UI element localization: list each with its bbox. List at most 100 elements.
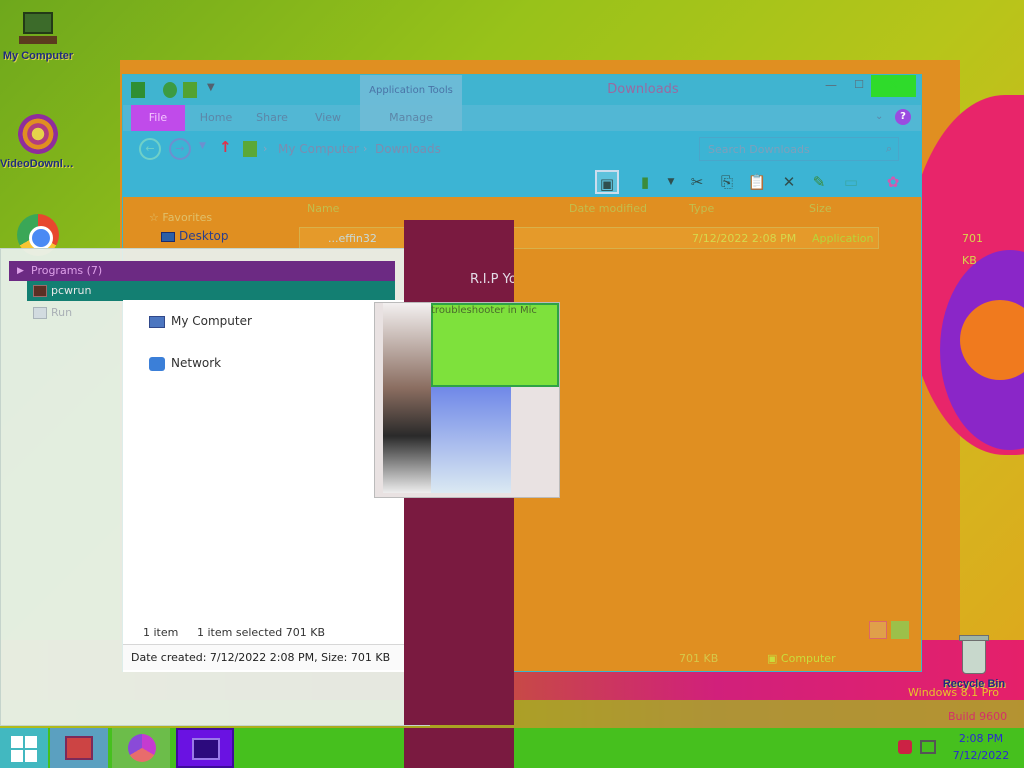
video-title: R.I.P Yo <box>470 272 514 287</box>
forward-arrow-icon[interactable]: → <box>169 138 191 160</box>
thumbnail-caption: troubleshooter in Mic <box>431 305 537 316</box>
run-icon <box>33 307 47 319</box>
new-folder-icon[interactable] <box>183 82 197 98</box>
chrome-icon <box>128 734 156 762</box>
taskbar-chrome[interactable] <box>112 728 170 768</box>
breadcrumb-separator-icon: › <box>363 142 368 155</box>
back-arrow-icon[interactable]: ← <box>139 138 161 160</box>
nav-network-label: Network <box>171 356 222 370</box>
minimize-button[interactable]: — <box>817 75 845 97</box>
properties-icon[interactable] <box>163 82 177 98</box>
nav-my-computer[interactable]: My Computer <box>149 314 252 328</box>
clock-time: 2:08 PM <box>958 732 1004 745</box>
windows-build: Build 9600 <box>948 710 1008 723</box>
action-center-flag-icon[interactable] <box>898 740 912 754</box>
column-headers: Name Date modified Type Size <box>123 197 921 221</box>
recent-locations-dropdown-icon[interactable]: ▼ <box>199 141 206 151</box>
breadcrumb-downloads[interactable]: Downloads <box>375 131 441 167</box>
selected-info: 1 item selected 701 KB <box>197 626 326 639</box>
column-header-type[interactable]: Type <box>689 197 714 221</box>
column-header-size[interactable]: Size <box>809 197 832 221</box>
file-explorer-icon <box>65 736 93 760</box>
large-icons-view-icon[interactable] <box>891 621 909 639</box>
ribbon-tabs: File Home Share View Manage ⌄ ? <box>123 105 921 131</box>
address-bar: ← → ▼ ↑ › My Computer › Downloads ⌕ <box>123 131 921 167</box>
nav-favorites[interactable]: ☆ Favorites <box>149 211 212 224</box>
rename-icon[interactable]: ✎ <box>807 170 831 194</box>
mandala-icon <box>17 112 59 156</box>
cut-icon[interactable]: ✂ <box>685 170 709 194</box>
computer-icon <box>17 10 59 48</box>
application-tools-label: Application Tools <box>360 75 462 105</box>
file-type: Application <box>812 232 874 245</box>
details-view-icon[interactable] <box>869 621 887 639</box>
network-status-icon[interactable] <box>920 740 936 754</box>
windows-logo-icon <box>11 736 23 748</box>
star-icon: ☆ <box>149 211 159 224</box>
file-size: 701 KB <box>962 232 983 267</box>
tab-share[interactable]: Share <box>247 105 297 131</box>
expand-ribbon-icon[interactable]: ⌄ <box>875 111 883 122</box>
clock[interactable]: 2:08 PM 7/12/2022 <box>946 730 1016 764</box>
up-arrow-icon[interactable]: ↑ <box>219 138 232 156</box>
taskbar-app-active[interactable] <box>176 728 234 768</box>
item-count: 1 item <box>143 626 179 639</box>
folder-options-icon[interactable]: ▮ <box>633 170 657 194</box>
title-bar[interactable]: ▼ Application Tools Downloads — ☐ ✕ <box>123 75 921 105</box>
maximize-button[interactable]: ☐ <box>845 75 873 97</box>
app-window-icon <box>192 738 220 760</box>
paste-icon[interactable]: 📋 <box>745 170 769 194</box>
search-box[interactable]: ⌕ <box>699 137 899 161</box>
computer-icon <box>149 315 165 328</box>
nav-favorites-label: Favorites <box>162 211 213 224</box>
taskbar: 2:08 PM 7/12/2022 <box>0 728 1024 768</box>
desktop-icon-label: VideoDownloader <box>0 158 76 170</box>
nav-desktop-label: Desktop <box>179 229 229 243</box>
desktop-icon-video-downloader[interactable]: VideoDownloader <box>0 112 76 170</box>
breadcrumb-separator-icon: › <box>263 142 268 155</box>
clock-date: 7/12/2022 <box>952 749 1010 762</box>
start-menu-item-label: pcwrun <box>51 284 92 297</box>
item-count-bar: 1 item 1 item selected 701 KB <box>123 622 429 644</box>
desktop-icon-recycle-bin[interactable]: Recycle Bin <box>936 632 1012 690</box>
nav-network[interactable]: Network <box>149 356 221 371</box>
desktop-icon-my-computer[interactable]: My Computer <box>0 10 76 62</box>
tab-home[interactable]: Home <box>191 105 241 131</box>
search-icon[interactable]: ⌕ <box>886 142 892 156</box>
desktop-icon <box>161 231 175 242</box>
tab-file[interactable]: File <box>131 105 185 131</box>
taskbar-explorer[interactable] <box>50 728 108 768</box>
tab-manage[interactable]: Manage <box>360 105 462 131</box>
start-button[interactable] <box>0 728 48 768</box>
folder-icon <box>131 82 145 98</box>
desktop-icon-label: My Computer <box>2 50 74 62</box>
column-header-name[interactable]: Name <box>307 197 339 221</box>
recycle-bin-icon <box>957 632 991 676</box>
help-icon[interactable]: ? <box>895 109 911 125</box>
toolbar: ▣ ▮ ▼ ✂ ⎘ 📋 ✕ ✎ ▭ ✿ <box>123 167 921 197</box>
folder-icon <box>243 141 257 157</box>
programs-group-header[interactable]: ▶ Programs (7) <box>9 261 395 281</box>
start-menu-item-pcwrun[interactable]: pcwrun <box>27 281 395 301</box>
video-thumbnail[interactable]: troubleshooter in Mic <box>374 302 560 498</box>
copy-icon[interactable]: ⎘ <box>715 170 739 194</box>
preview-pane-icon[interactable]: ▣ <box>595 170 619 194</box>
network-icon <box>149 356 165 371</box>
share-icon[interactable]: ✿ <box>881 170 905 194</box>
programs-group-label: Programs (7) <box>31 264 103 277</box>
windows-watermark: Windows 8.1 Pro <box>908 686 1000 699</box>
dropdown-icon[interactable]: ▼ <box>659 170 683 194</box>
column-header-date[interactable]: Date modified <box>569 197 647 221</box>
close-button[interactable]: ✕ <box>871 75 916 97</box>
tab-view[interactable]: View <box>303 105 353 131</box>
status-size: 701 KB <box>679 652 719 665</box>
nav-my-computer-label: My Computer <box>171 314 252 328</box>
file-name: ...effin32 <box>328 232 377 245</box>
delete-icon[interactable]: ✕ <box>777 170 801 194</box>
properties-icon[interactable]: ▭ <box>839 170 863 194</box>
quick-access-dropdown-icon[interactable]: ▼ <box>207 82 215 93</box>
nav-desktop[interactable]: Desktop <box>161 229 229 243</box>
breadcrumb-my-computer[interactable]: My Computer <box>278 131 359 167</box>
search-input[interactable] <box>700 138 870 160</box>
file-row[interactable]: ...effin32 7/12/2022 2:08 PM Application… <box>299 227 983 267</box>
